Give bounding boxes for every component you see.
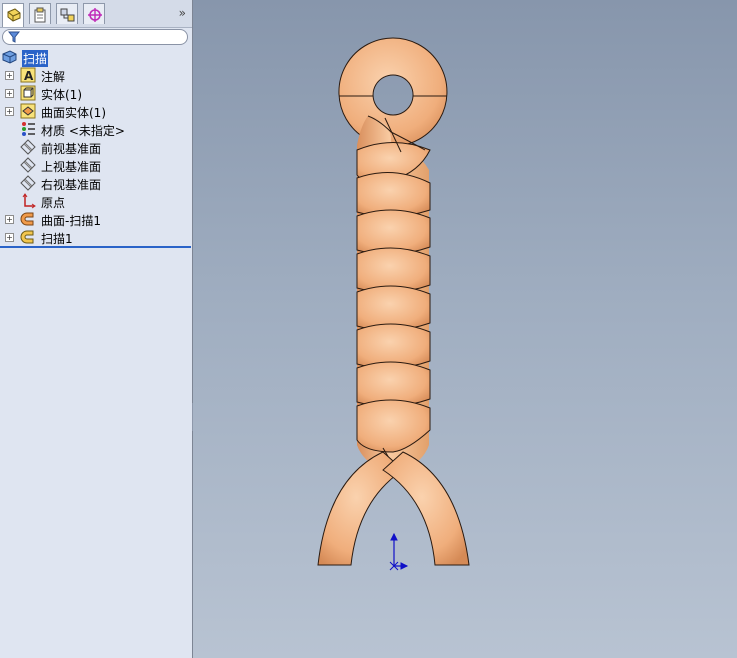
plane-icon — [20, 175, 36, 191]
tab-dimxpert-manager[interactable] — [83, 3, 105, 24]
tree-item-material[interactable]: 材质 <未指定> — [0, 120, 190, 138]
annotation-icon: A — [20, 67, 36, 83]
tree-item-label: 曲面实体(1) — [41, 106, 106, 120]
tree-item-sweep[interactable]: + 扫描1 — [0, 228, 190, 246]
solid-body-icon — [20, 85, 36, 101]
tree-item-label: 曲面-扫描1 — [41, 214, 101, 228]
tree-filter-input[interactable] — [2, 29, 188, 45]
expand-toggle[interactable]: + — [5, 215, 14, 224]
tab-configuration-manager[interactable] — [56, 3, 78, 24]
tree-item-label: 扫描1 — [41, 232, 73, 246]
tree-item-label: 原点 — [41, 196, 66, 210]
crosshair-icon — [88, 8, 102, 22]
graphics-area[interactable] — [193, 0, 737, 658]
plane-icon — [20, 157, 36, 173]
expand-toggle[interactable]: + — [5, 233, 14, 242]
tree-item-top-plane[interactable]: 上视基准面 — [0, 156, 190, 174]
tree-root-label: 扫描 — [22, 50, 49, 67]
property-icon — [34, 7, 46, 23]
tree-item-label: 注解 — [41, 70, 66, 84]
tree-item-surface-bodies[interactable]: + 曲面实体(1) — [0, 102, 190, 120]
part-icon — [2, 50, 17, 64]
tree-item-label: 上视基准面 — [41, 160, 102, 174]
tab-feature-manager[interactable] — [2, 3, 24, 27]
origin-triad — [389, 532, 409, 571]
tree-item-origin[interactable]: 原点 — [0, 192, 190, 210]
feature-tree-icon — [7, 8, 21, 22]
expand-toggle[interactable]: + — [5, 89, 14, 98]
tree-item-right-plane[interactable]: 右视基准面 — [0, 174, 190, 192]
expand-toggle[interactable]: + — [5, 71, 14, 80]
tree-item-annotations[interactable]: + A 注解 — [0, 66, 190, 84]
tree-divider — [0, 246, 191, 248]
tree-item-front-plane[interactable]: 前视基准面 — [0, 138, 190, 156]
configuration-icon — [60, 8, 75, 22]
tab-property-manager[interactable] — [29, 3, 51, 24]
rope-twist — [356, 115, 431, 479]
tree-item-surface-sweep[interactable]: + 曲面-扫描1 — [0, 210, 190, 228]
material-icon — [22, 122, 35, 136]
tree-item-label: 前视基准面 — [41, 142, 102, 156]
tree-item-solid-bodies[interactable]: + 实体(1) — [0, 84, 190, 102]
sweep-icon — [20, 230, 34, 244]
manager-tab-bar: » — [0, 0, 192, 28]
tree-item-label: 右视基准面 — [41, 178, 102, 192]
origin-icon — [22, 193, 36, 209]
feature-manager-panel: » 扫描 + A 注解 + 实体(1) + 曲面实体(1) 材质 <未指定> 前… — [0, 0, 193, 658]
tree-item-label: 材质 <未指定> — [41, 124, 125, 138]
rope-loop — [338, 37, 448, 147]
svg-text:A: A — [24, 69, 34, 83]
tree-item-label: 实体(1) — [41, 88, 82, 102]
filter-icon — [8, 31, 20, 43]
expand-toggle[interactable]: + — [5, 107, 14, 116]
surface-sweep-icon — [20, 212, 34, 226]
more-tabs-button[interactable]: » — [179, 6, 186, 20]
tree-root-part[interactable]: 扫描 — [0, 48, 190, 67]
rope-model[interactable] — [193, 0, 737, 658]
surface-body-icon — [20, 103, 36, 119]
plane-icon — [20, 139, 36, 155]
